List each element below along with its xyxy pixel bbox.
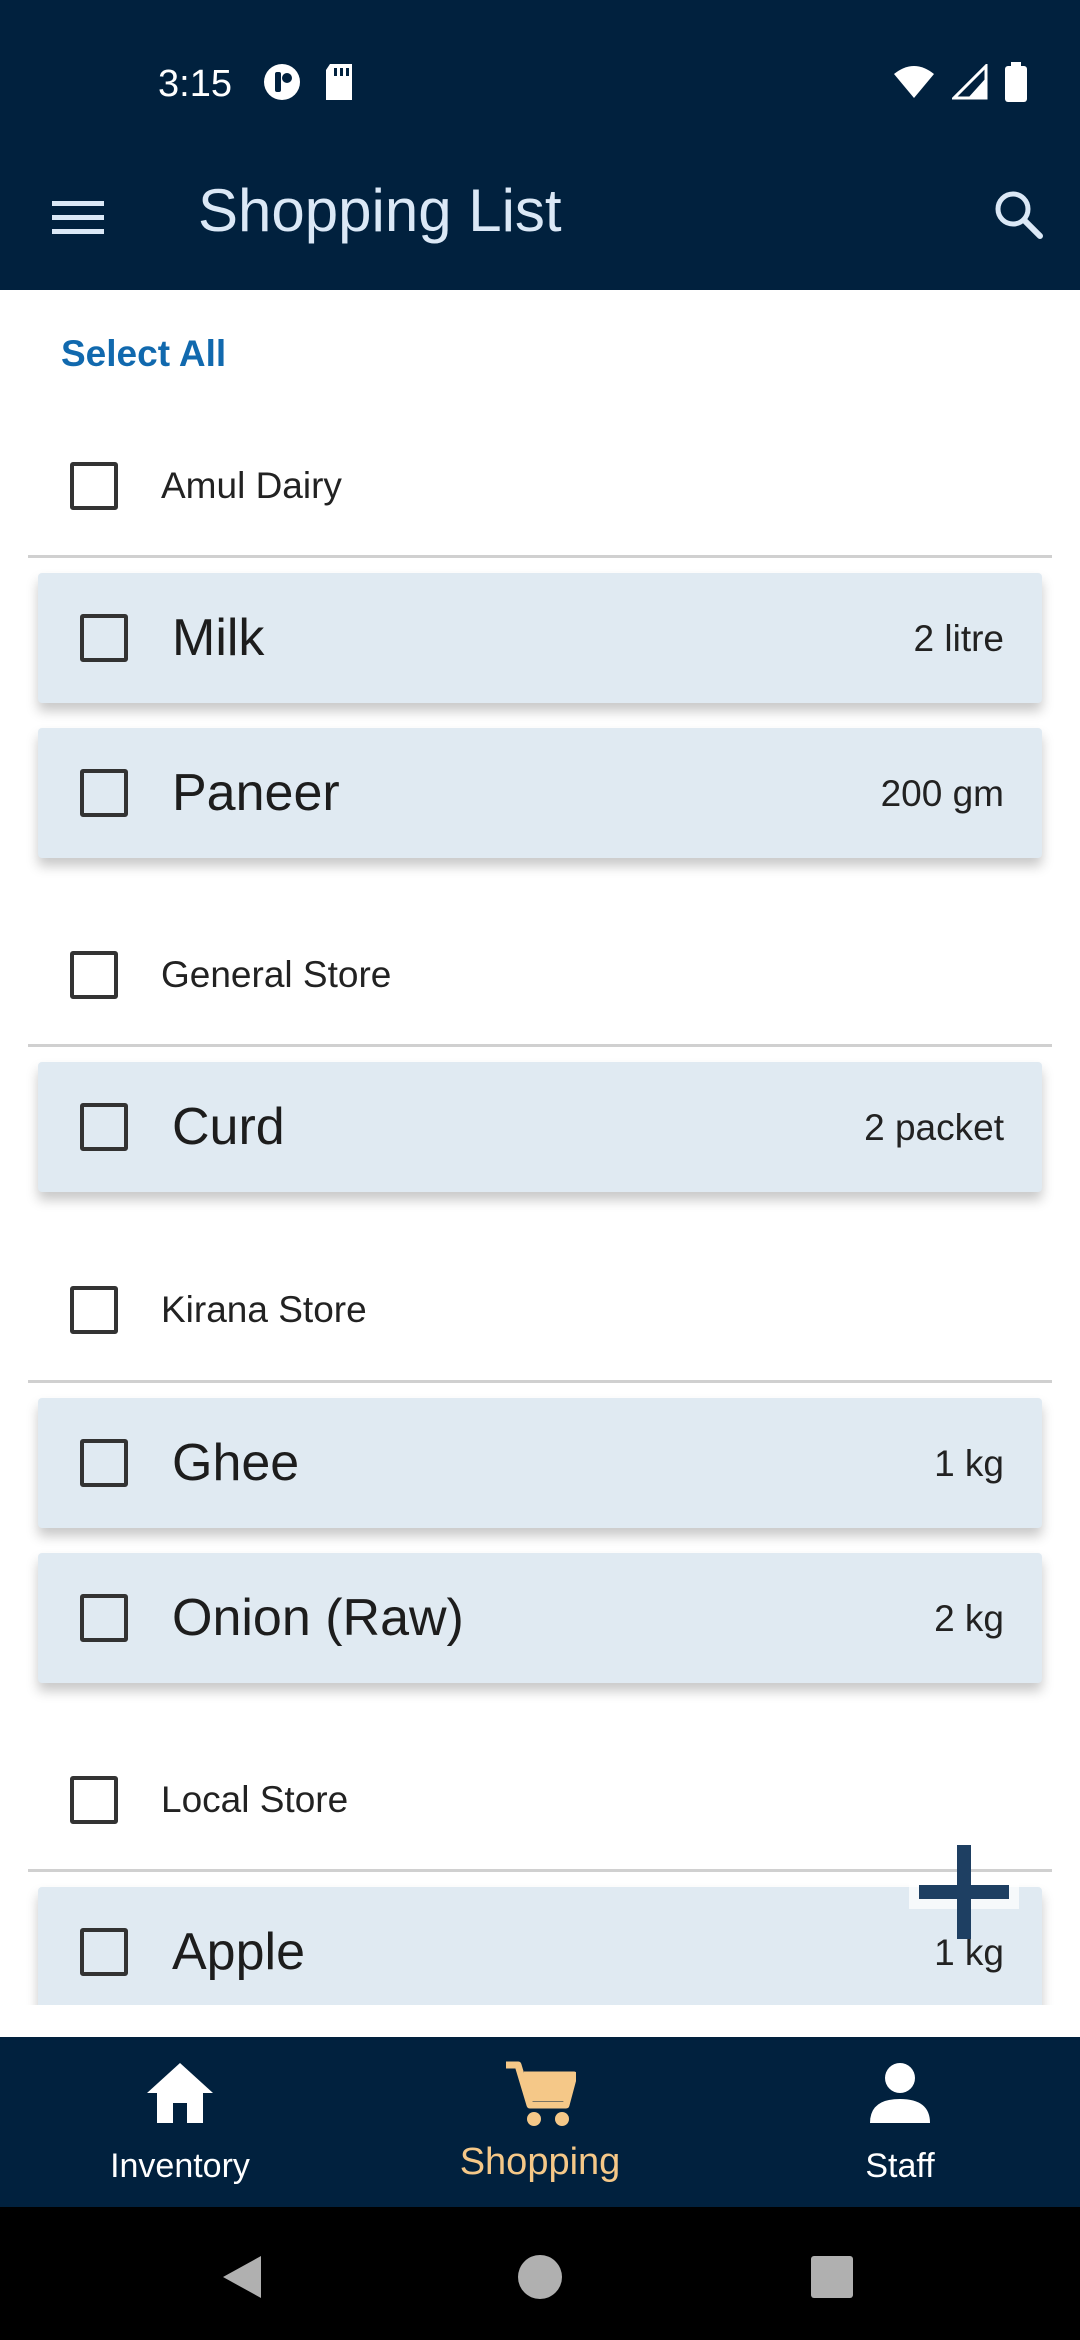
- menu-button[interactable]: [40, 180, 116, 256]
- item-checkbox[interactable]: [80, 1103, 128, 1151]
- search-button[interactable]: [980, 176, 1056, 252]
- divider: [28, 1044, 1052, 1047]
- cart-icon: [506, 2061, 576, 2126]
- battery-icon: [1004, 61, 1028, 107]
- plus-icon: [909, 1845, 1019, 1939]
- item-quantity: 2 litre: [913, 618, 1004, 659]
- recents-button[interactable]: [792, 2237, 872, 2317]
- nav-label: Shopping: [459, 2141, 621, 2183]
- item-name: Apple: [172, 1923, 305, 1981]
- divider: [28, 555, 1052, 558]
- system-navigation-bar: [0, 2207, 1080, 2340]
- divider: [28, 1380, 1052, 1383]
- status-bar: 3:15: [0, 0, 1080, 168]
- home-button[interactable]: [500, 2237, 580, 2317]
- item-name: Curd: [172, 1098, 285, 1156]
- sd-card-icon: [322, 62, 356, 107]
- list-item-curd[interactable]: Curd 2 packet: [38, 1062, 1042, 1192]
- home-icon: [147, 2063, 213, 2123]
- list-item-apple[interactable]: Apple 1 kg: [38, 1887, 1042, 2005]
- item-checkbox[interactable]: [80, 1928, 128, 1976]
- item-quantity: 2 packet: [864, 1107, 1004, 1148]
- circle-icon: [518, 2255, 562, 2299]
- status-time: 3:15: [158, 63, 232, 105]
- group-label: Amul Dairy: [161, 465, 342, 506]
- person-icon: [870, 2063, 930, 2123]
- group-checkbox-general-store[interactable]: [70, 951, 118, 999]
- group-checkbox-local-store[interactable]: [70, 1776, 118, 1824]
- nav-label: Inventory: [110, 2147, 250, 2185]
- nav-label: Staff: [865, 2147, 935, 2185]
- group-label: Local Store: [161, 1779, 349, 1820]
- group-label: General Store: [161, 954, 392, 995]
- square-icon: [811, 2256, 853, 2298]
- wifi-icon: [892, 64, 936, 105]
- item-quantity: 1 kg: [934, 1443, 1004, 1484]
- app-notification-icon: [262, 62, 302, 107]
- nav-item-inventory[interactable]: Inventory: [0, 2037, 360, 2207]
- bottom-navigation: Inventory Shopping Staff: [0, 2037, 1080, 2207]
- signal-icon: [950, 61, 988, 105]
- group-checkbox-amul-dairy[interactable]: [70, 462, 118, 510]
- nav-item-shopping[interactable]: Shopping: [360, 2037, 720, 2207]
- item-quantity: 200 gm: [880, 773, 1004, 814]
- item-checkbox[interactable]: [80, 769, 128, 817]
- back-button[interactable]: [202, 2237, 282, 2317]
- item-checkbox[interactable]: [80, 1594, 128, 1642]
- shopping-list[interactable]: Select All Amul Dairy Milk 2 litre Panee…: [0, 290, 1080, 2005]
- add-item-button[interactable]: [894, 1832, 1034, 1952]
- menu-icon: [52, 201, 104, 234]
- item-checkbox[interactable]: [80, 614, 128, 662]
- group-label: Kirana Store: [161, 1289, 367, 1330]
- nav-item-staff[interactable]: Staff: [720, 2037, 1080, 2207]
- item-checkbox[interactable]: [80, 1439, 128, 1487]
- item-name: Ghee: [172, 1434, 300, 1492]
- item-name: Onion (Raw): [172, 1589, 464, 1647]
- item-name: Paneer: [172, 764, 340, 822]
- group-checkbox-kirana-store[interactable]: [70, 1286, 118, 1334]
- item-name: Milk: [172, 609, 265, 667]
- list-item-onion[interactable]: Onion (Raw) 2 kg: [38, 1553, 1042, 1683]
- list-item-paneer[interactable]: Paneer 200 gm: [38, 728, 1042, 858]
- list-item-milk[interactable]: Milk 2 litre: [38, 573, 1042, 703]
- search-icon: [995, 191, 1043, 239]
- back-icon: [223, 2256, 261, 2298]
- item-quantity: 2 kg: [934, 1598, 1004, 1639]
- list-item-ghee[interactable]: Ghee 1 kg: [38, 1398, 1042, 1528]
- page-title: Shopping List: [198, 177, 562, 244]
- select-all-button[interactable]: Select All: [61, 330, 226, 378]
